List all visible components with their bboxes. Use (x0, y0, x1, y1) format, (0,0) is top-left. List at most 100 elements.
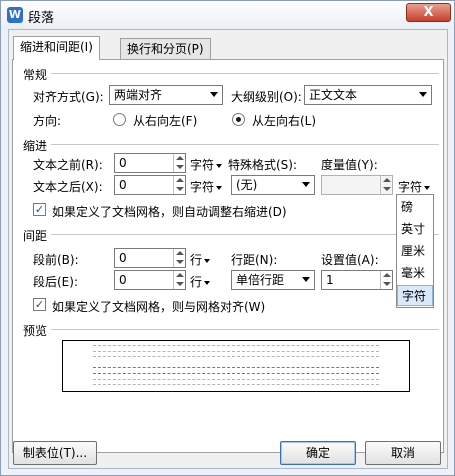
chevron-down-icon (216, 163, 223, 168)
cancel-button[interactable]: 取消 (365, 441, 441, 465)
space-before-unit: 行 (190, 253, 203, 267)
ltr-radio[interactable] (232, 113, 245, 126)
ltr-label: 从左向右(L) (252, 114, 317, 128)
line-spacing-value: 单倍行距 (236, 273, 285, 287)
section-divider (51, 329, 439, 330)
chevron-down-icon (204, 280, 211, 285)
spin-up-icon (176, 251, 184, 255)
preview-line (93, 373, 379, 375)
spinner[interactable] (173, 249, 185, 267)
space-before-input[interactable]: 0 (114, 248, 186, 268)
alignment-label: 对齐方式(G): (33, 90, 104, 104)
spin-up-icon (176, 273, 184, 277)
spin-down-icon (383, 282, 391, 286)
preview-line (93, 379, 379, 381)
space-before-label: 段前(B): (33, 253, 79, 267)
tabs-button[interactable]: 制表位(T)... (13, 441, 97, 465)
unit-option[interactable]: 英寸 (397, 219, 433, 240)
paragraph-dialog: W 段落 X 缩进和间距(I) 换行和分页(P) 常规 对齐方式(G): 两端对… (0, 0, 455, 476)
section-indent-title: 缩进 (23, 139, 48, 153)
title-bar: W 段落 X (1, 1, 454, 29)
tab-indent-spacing[interactable]: 缩进和间距(I) (13, 36, 100, 60)
unit-option[interactable]: 磅 (397, 197, 433, 218)
chevron-down-icon (204, 258, 211, 263)
spin-up-icon (176, 156, 184, 160)
spin-down-icon (176, 187, 184, 191)
special-format-value: (无) (236, 178, 258, 192)
spacing-grid-label: 如果定义了文档网格，则与网格对齐(W) (52, 300, 266, 314)
indent-before-unit: 字符 (190, 158, 215, 172)
chevron-down-icon (302, 277, 310, 282)
wps-writer-icon: W (7, 7, 23, 23)
space-after-unit-dropdown[interactable]: 行 (190, 273, 211, 290)
paragraph-preview (62, 340, 410, 392)
indent-grid-label: 如果定义了文档网格，则自动调整右缩进(D) (52, 205, 287, 219)
preview-line (93, 367, 379, 369)
alignment-select[interactable]: 两端对齐 (109, 85, 223, 105)
spacing-grid-checkbox[interactable]: ✓ (33, 298, 46, 311)
indent-after-unit: 字符 (190, 180, 215, 194)
space-before-value: 0 (119, 251, 127, 265)
indent-after-input[interactable]: 0 (114, 175, 186, 195)
setting-value-input[interactable]: 1 (321, 270, 393, 290)
measure-unit-dropdown[interactable]: 字符 (398, 178, 431, 195)
section-divider (51, 144, 439, 145)
special-format-select[interactable]: (无) (231, 175, 315, 195)
section-general-title: 常规 (23, 68, 48, 82)
spin-up-icon (383, 273, 391, 277)
unit-option[interactable]: 厘米 (397, 241, 433, 262)
spin-up-icon (176, 178, 184, 182)
ok-button[interactable]: 确定 (280, 441, 356, 465)
outline-level-select[interactable]: 正文文本 (304, 85, 432, 105)
spin-down-icon (383, 187, 391, 191)
section-preview-title: 预览 (23, 324, 48, 338)
measure-input[interactable] (321, 175, 393, 195)
tab-panel: 常规 对齐方式(G): 两端对齐 大纲级别(O): 正文文本 方向: 从右向左(… (12, 59, 444, 453)
space-after-label: 段后(E): (33, 275, 78, 289)
rtl-radio[interactable] (113, 113, 126, 126)
line-spacing-select[interactable]: 单倍行距 (231, 270, 315, 290)
preview-line (93, 351, 379, 353)
direction-label: 方向: (33, 114, 62, 128)
unit-dropdown-list: 磅 英寸 厘米 毫米 字符 (396, 194, 434, 308)
special-format-label: 特殊格式(S): (228, 158, 298, 172)
measure-unit: 字符 (398, 180, 423, 194)
unit-option-selected[interactable]: 字符 (397, 285, 433, 306)
indent-after-label: 文本之后(X): (33, 180, 103, 194)
indent-before-unit-dropdown[interactable]: 字符 (190, 156, 223, 173)
spinner[interactable] (380, 176, 392, 194)
spinner[interactable] (380, 271, 392, 289)
chevron-down-icon (210, 92, 218, 97)
chevron-down-icon (302, 182, 310, 187)
space-after-input[interactable]: 0 (114, 270, 186, 290)
chevron-down-icon (419, 92, 427, 97)
window-title: 段落 (28, 11, 55, 26)
section-divider (51, 234, 439, 235)
space-before-unit-dropdown[interactable]: 行 (190, 251, 211, 268)
outline-level-value: 正文文本 (309, 88, 358, 102)
indent-before-input[interactable]: 0 (114, 153, 186, 173)
outline-level-label: 大纲级别(O): (231, 90, 302, 104)
close-button[interactable]: X (406, 3, 451, 22)
indent-after-unit-dropdown[interactable]: 字符 (190, 178, 223, 195)
preview-line (93, 345, 379, 347)
preview-line (93, 356, 379, 358)
indent-before-label: 文本之前(R): (33, 158, 103, 172)
spinner[interactable] (173, 271, 185, 289)
section-divider (51, 73, 439, 74)
rtl-label: 从右向左(F) (133, 114, 198, 128)
spinner[interactable] (173, 154, 185, 172)
indent-before-value: 0 (119, 156, 127, 170)
spinner[interactable] (173, 176, 185, 194)
indent-after-value: 0 (119, 178, 127, 192)
measure-label: 度量值(Y): (321, 158, 378, 172)
space-after-value: 0 (119, 273, 127, 287)
unit-option[interactable]: 毫米 (397, 263, 433, 284)
spin-down-icon (176, 282, 184, 286)
tab-line-page-breaks[interactable]: 换行和分页(P) (120, 38, 211, 60)
chevron-down-icon (216, 185, 223, 190)
spin-up-icon (383, 178, 391, 182)
chevron-down-icon (424, 185, 431, 190)
spin-down-icon (176, 165, 184, 169)
indent-grid-checkbox[interactable]: ✓ (33, 203, 46, 216)
